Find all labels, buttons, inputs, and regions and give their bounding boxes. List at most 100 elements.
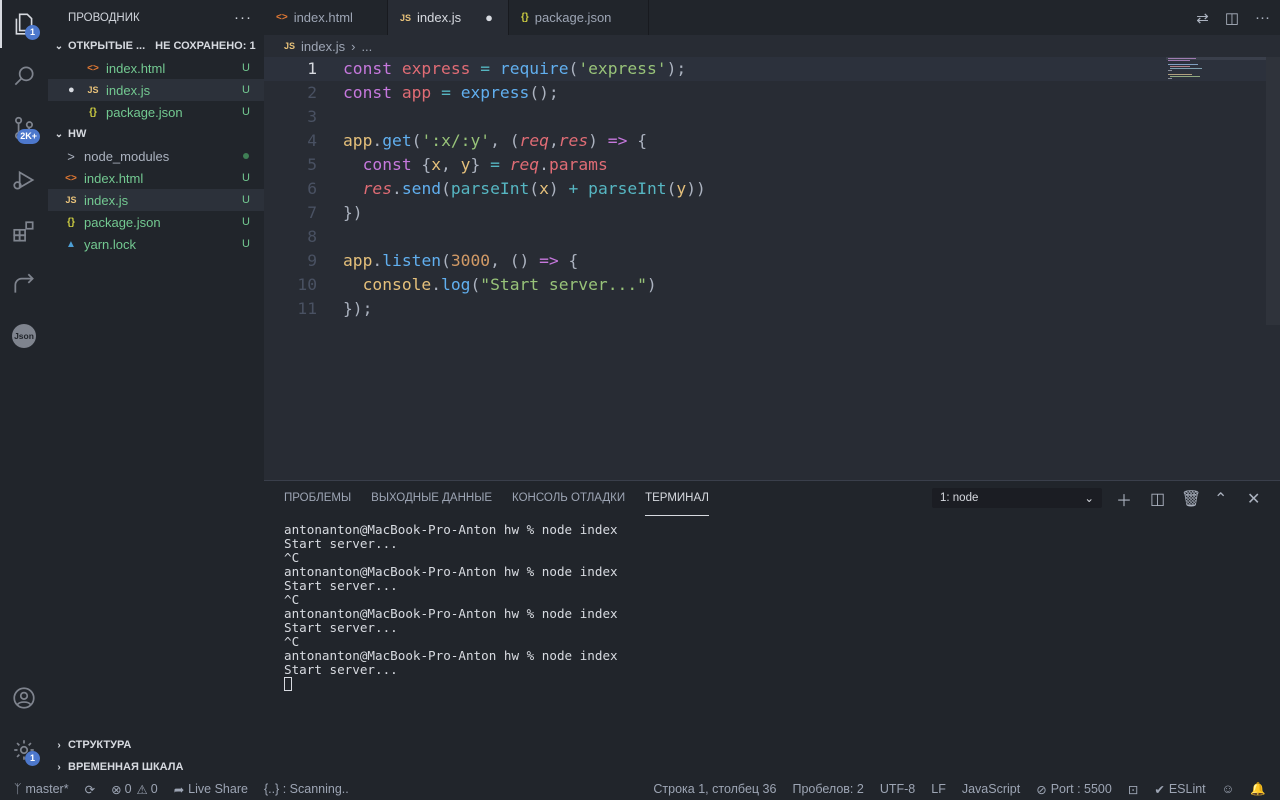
git-status: U bbox=[242, 194, 250, 206]
open-editor-item-index-html[interactable]: <> index.html U bbox=[48, 57, 264, 79]
end-of-line[interactable]: LF bbox=[923, 778, 954, 800]
chevron-up-icon[interactable]: ⌃ bbox=[1214, 481, 1227, 516]
warning-count: 0 bbox=[150, 782, 158, 796]
branch-name: master* bbox=[25, 782, 69, 796]
tab-label: index.js bbox=[417, 10, 462, 25]
terminal-line: ^C bbox=[284, 634, 300, 649]
tree-item-name: index.html bbox=[84, 170, 144, 186]
code-line: 10 console.log("Start server...") bbox=[264, 273, 1280, 297]
warning-icon: ⚠ bbox=[136, 782, 148, 797]
live-share-activity-button[interactable] bbox=[0, 260, 48, 308]
breadcrumb-rest[interactable]: ... bbox=[361, 39, 372, 54]
tree-item-name: package.json bbox=[84, 214, 161, 230]
accounts-activity-button[interactable] bbox=[0, 674, 48, 722]
tab-terminal[interactable]: ТЕРМИНАЛ bbox=[645, 481, 709, 516]
yarn-file-icon: ▲ bbox=[66, 238, 76, 250]
cursor-position[interactable]: Строка 1, столбец 36 bbox=[645, 778, 784, 800]
explorer-sidebar: ПРОВОДНИК ··· ⌄ ОТКРЫТЫЕ ... НЕ СОХРАНЕН… bbox=[48, 0, 264, 778]
tab-index-html[interactable]: <> index.html bbox=[264, 0, 388, 35]
outline-section: › СТРУКТУРА › ВРЕМЕННАЯ ШКАЛА bbox=[48, 734, 264, 778]
terminal-toggle[interactable]: ⊡ bbox=[1120, 778, 1146, 800]
tree-item-node-modules[interactable]: > node_modules bbox=[48, 145, 264, 167]
tree-item-index-html[interactable]: <> index.html U bbox=[48, 167, 264, 189]
code-editor[interactable]: JS index.js › ... 1 const express = requi… bbox=[264, 35, 1280, 480]
settings-badge: 1 bbox=[25, 751, 40, 766]
tree-item-index-js[interactable]: JS index.js U bbox=[48, 189, 264, 211]
explorer-activity-button[interactable]: 1 bbox=[0, 0, 48, 48]
language-mode[interactable]: JavaScript bbox=[954, 778, 1028, 800]
tab-index-js[interactable]: JS index.js ● bbox=[388, 0, 509, 35]
close-icon[interactable]: ✕ bbox=[1247, 481, 1260, 516]
trash-icon[interactable]: 🗑 bbox=[1181, 481, 1201, 516]
new-terminal-icon[interactable]: ＋ bbox=[1116, 481, 1132, 516]
tree-item-package-json[interactable]: {} package.json U bbox=[48, 211, 264, 233]
open-editor-item-index-js[interactable]: ● JS index.js U bbox=[48, 79, 264, 101]
terminal-line: antonanton@MacBook-Pro-Anton hw % node i… bbox=[284, 522, 618, 537]
tab-label: package.json bbox=[534, 10, 612, 25]
chevron-down-icon: ⌄ bbox=[54, 40, 64, 52]
tab-package-json[interactable]: {} package.json bbox=[509, 0, 649, 35]
open-editor-item-package-json[interactable]: {} package.json U bbox=[48, 101, 264, 123]
source-control-activity-button[interactable]: 2K+ bbox=[0, 104, 48, 152]
tab-problems[interactable]: ПРОБЛЕМЫ bbox=[284, 481, 351, 516]
problems-status[interactable]: ⊗ 0 ⚠ 0 bbox=[103, 778, 166, 800]
breadcrumb-file[interactable]: index.js bbox=[301, 39, 345, 54]
chevron-down-icon: ⌄ bbox=[54, 128, 64, 140]
encoding[interactable]: UTF-8 bbox=[872, 778, 923, 800]
split-editor-icon[interactable]: ◫ bbox=[1225, 9, 1239, 27]
sync-button[interactable]: ⟳ bbox=[77, 778, 103, 800]
js-file-icon: JS bbox=[400, 12, 412, 23]
outline-label: СТРУКТУРА bbox=[68, 739, 132, 751]
json-activity-button[interactable]: Json bbox=[0, 312, 48, 360]
code-line: 3 bbox=[264, 105, 1280, 129]
live-share-status[interactable]: ➦ Live Share bbox=[166, 778, 256, 800]
tab-debug-console[interactable]: КОНСОЛЬ ОТЛАДКИ bbox=[512, 481, 625, 516]
json-file-icon: {} bbox=[521, 12, 529, 23]
live-share-label: Live Share bbox=[188, 782, 248, 796]
tree-item-yarn-lock[interactable]: ▲ yarn.lock U bbox=[48, 233, 264, 255]
activity-bar: 1 2K+ Json 1 bbox=[0, 0, 48, 778]
git-status: U bbox=[242, 172, 250, 184]
feedback-button[interactable]: ☺ bbox=[1214, 778, 1243, 800]
manage-activity-button[interactable]: 1 bbox=[0, 726, 48, 774]
terminal-line: antonanton@MacBook-Pro-Anton hw % node i… bbox=[284, 564, 618, 579]
code-line: 4 app.get(':x/:y', (req,res) => { bbox=[264, 129, 1280, 153]
eslint-status[interactable]: ✔ ESLint bbox=[1146, 778, 1213, 800]
sidebar-more-button[interactable]: ··· bbox=[234, 9, 252, 26]
tab-output[interactable]: ВЫХОДНЫЕ ДАННЫЕ bbox=[371, 481, 492, 516]
git-status: U bbox=[242, 84, 250, 96]
open-changes-icon[interactable]: ⇄ bbox=[1196, 9, 1209, 27]
outline-section-header[interactable]: › СТРУКТУРА bbox=[48, 734, 264, 756]
split-terminal-icon[interactable]: ◫ bbox=[1150, 481, 1165, 516]
run-debug-activity-button[interactable] bbox=[0, 156, 48, 204]
terminal-output[interactable]: antonanton@MacBook-Pro-Anton hw % node i… bbox=[284, 523, 618, 691]
scanning-status[interactable]: {..} : Scanning.. bbox=[256, 778, 357, 800]
editor-scrollbar[interactable] bbox=[1266, 57, 1280, 325]
more-actions-icon[interactable]: ··· bbox=[1255, 9, 1270, 26]
terminal-line: antonanton@MacBook-Pro-Anton hw % node i… bbox=[284, 606, 618, 621]
line-number: 11 bbox=[297, 299, 317, 318]
unsaved-dot-icon[interactable]: ● bbox=[68, 84, 84, 96]
workspace-section-header[interactable]: ⌄ HW bbox=[48, 123, 264, 145]
search-activity-button[interactable] bbox=[0, 52, 48, 100]
port-label: Port : 5500 bbox=[1050, 782, 1112, 796]
terminal-select[interactable]: 1: node ⌄ bbox=[932, 488, 1102, 508]
bell-icon: 🔔 bbox=[1250, 781, 1266, 796]
live-server-status[interactable]: ⊘ Port : 5500 bbox=[1028, 778, 1120, 800]
branch-icon: ᛉ bbox=[14, 782, 22, 796]
timeline-label: ВРЕМЕННАЯ ШКАЛА bbox=[68, 761, 184, 773]
notifications-button[interactable]: 🔔 bbox=[1242, 778, 1280, 800]
status-right: Строка 1, столбец 36 Пробелов: 2 UTF-8 L… bbox=[645, 778, 1280, 800]
html-file-icon: <> bbox=[87, 62, 99, 74]
extensions-activity-button[interactable] bbox=[0, 208, 48, 256]
git-branch-status[interactable]: ᛉ master* bbox=[0, 778, 77, 800]
line-number: 8 bbox=[307, 227, 317, 246]
chevron-right-icon: › bbox=[57, 761, 61, 773]
minimap[interactable] bbox=[1166, 57, 1266, 117]
unsaved-dot-icon[interactable]: ● bbox=[482, 10, 496, 25]
timeline-section-header[interactable]: › ВРЕМЕННАЯ ШКАЛА bbox=[48, 756, 264, 778]
check-icon: ✔ bbox=[1154, 782, 1165, 797]
open-editors-section-header[interactable]: ⌄ ОТКРЫТЫЕ ... НЕ СОХРАНЕНО: 1 bbox=[48, 35, 264, 57]
indentation[interactable]: Пробелов: 2 bbox=[784, 778, 871, 800]
line-number: 2 bbox=[307, 83, 317, 102]
